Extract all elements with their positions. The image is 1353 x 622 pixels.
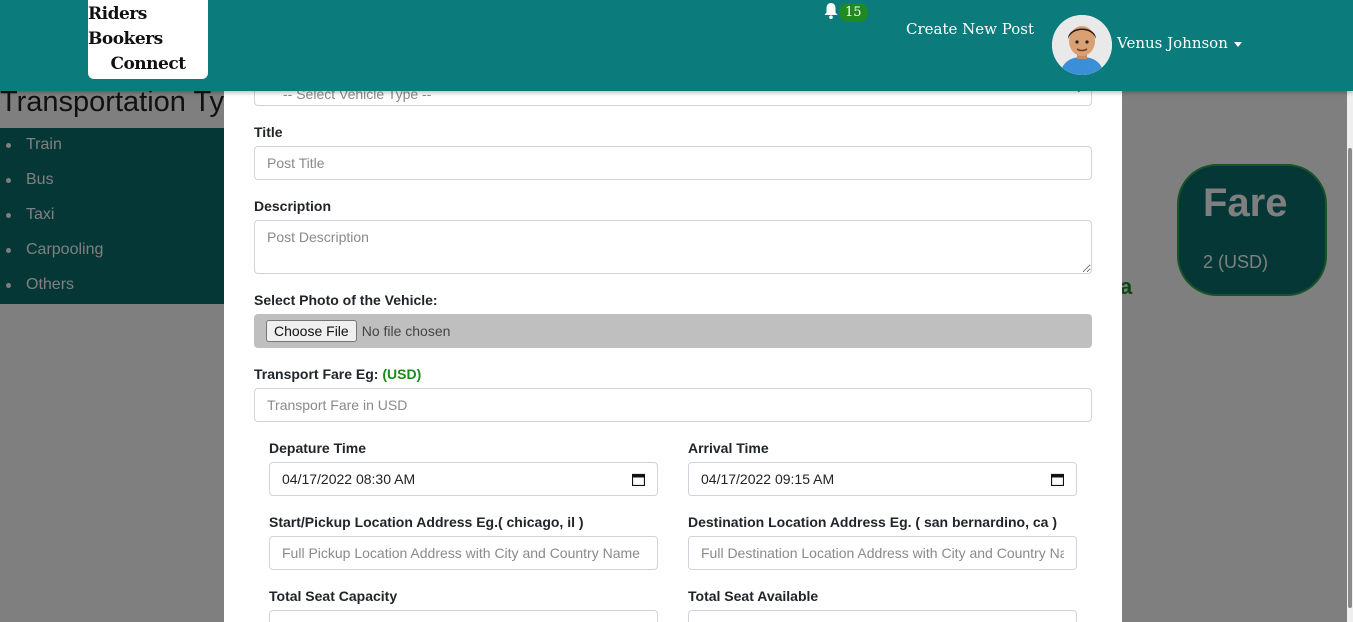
departure-time-value: 04/17/2022 08:30 AM [282, 471, 416, 487]
seat-capacity-label: Total Seat Capacity [269, 588, 398, 604]
vehicle-photo-file-input[interactable]: Choose File No file chosen [254, 314, 1092, 348]
arrival-time-label: Arrival Time [688, 440, 769, 456]
avatar[interactable] [1052, 15, 1112, 75]
transport-fare-input[interactable] [254, 388, 1092, 422]
calendar-icon[interactable] [1051, 473, 1064, 486]
scrollbar-thumb[interactable] [1348, 148, 1352, 608]
create-post-modal: -- Select Vehicle Type -- ⌄ Title Descri… [224, 91, 1122, 622]
arrival-time-input[interactable]: 04/17/2022 09:15 AM [688, 462, 1077, 496]
fare-unit-text: (USD) [382, 366, 422, 382]
vehicle-type-select[interactable]: -- Select Vehicle Type -- ⌄ [254, 91, 1092, 106]
fare-label: Transport Fare Eg: (USD) [254, 366, 421, 382]
seat-available-label: Total Seat Available [688, 588, 819, 604]
departure-time-label: Depature Time [269, 440, 366, 456]
user-avatar-icon [1052, 15, 1112, 75]
departure-time-input[interactable]: 04/17/2022 08:30 AM [269, 462, 658, 496]
title-label: Title [254, 124, 283, 140]
post-description-textarea[interactable] [254, 220, 1092, 274]
pickup-location-input[interactable] [269, 536, 658, 570]
create-new-post-link[interactable]: Create New Post [906, 20, 1034, 38]
chevron-down-icon: ⌄ [1075, 91, 1083, 95]
vehicle-type-select-placeholder: -- Select Vehicle Type -- [283, 91, 432, 102]
calendar-icon[interactable] [632, 473, 645, 486]
top-navbar: Riders Bookers Connect 15 Create New Pos… [0, 0, 1353, 91]
brand-line-1: Riders Bookers [88, 4, 163, 49]
description-label: Description [254, 198, 332, 214]
choose-file-button[interactable]: Choose File [266, 320, 357, 342]
file-status-text: No file chosen [361, 323, 451, 339]
destination-location-label: Destination Location Address Eg. ( san b… [688, 514, 1057, 530]
brand-logo[interactable]: Riders Bookers Connect [88, 0, 208, 79]
caret-down-icon[interactable] [1234, 42, 1242, 47]
notification-count-badge[interactable]: 15 [839, 3, 868, 22]
post-title-input[interactable] [254, 146, 1092, 180]
fare-label-text: Transport Fare Eg: [254, 366, 379, 382]
user-menu-name[interactable]: Venus Johnson [1117, 34, 1228, 52]
seat-capacity-input[interactable] [269, 610, 658, 622]
arrival-time-value: 04/17/2022 09:15 AM [701, 471, 835, 487]
destination-location-input[interactable] [688, 536, 1077, 570]
bell-icon[interactable] [823, 2, 839, 20]
brand-line-2: Connect [110, 54, 186, 74]
seat-available-input[interactable] [688, 610, 1077, 622]
photo-label: Select Photo of the Vehicle: [254, 292, 438, 308]
pickup-location-label: Start/Pickup Location Address Eg.( chica… [269, 514, 584, 530]
